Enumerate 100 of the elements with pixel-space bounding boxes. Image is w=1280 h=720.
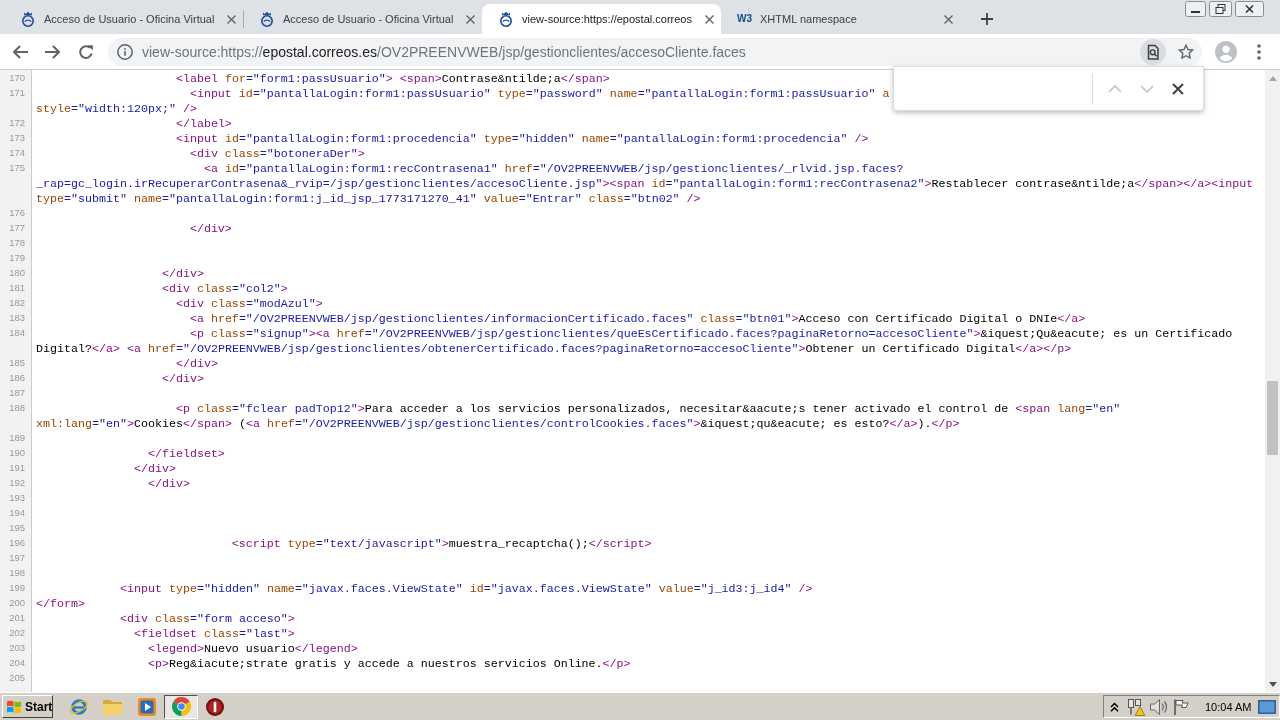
- folder-icon: [103, 698, 123, 715]
- line-number: 183: [9, 312, 25, 323]
- line-number: 188: [9, 402, 25, 413]
- code-line: <a href="/OV2PREENVWEB/jsp/gestionclientes/informacionCertificado.faces" class="btn01">Acceso con Certificado Digital o DNIe</a>: [189, 312, 1086, 326]
- line-number: 192: [9, 477, 25, 488]
- start-logo-icon: [6, 699, 22, 714]
- code-line: </label>: [175, 117, 232, 131]
- new-tab-icon[interactable]: [981, 13, 993, 25]
- close-icon[interactable]: [1235, 1, 1264, 17]
- line-number: 205: [9, 672, 25, 683]
- code-line: <p class="fclear padTop12">Para acceder a los servicios personalizados, necesitar&aacute;s tener activado el control de <span lang="en": [175, 402, 1121, 416]
- line-number: 198: [9, 567, 25, 578]
- minimize-icon[interactable]: [1185, 1, 1206, 17]
- back-icon[interactable]: [12, 44, 28, 59]
- code-line: _rap=gc_login.irRecuperarContrasena&_rvip=/jsp/gestionclientes/accesoCliente.jsp"><span id="pantallaLogin:form1:recContrasena2">Restablecer contrase&ntilde;a</span></a><input: [36, 177, 1254, 191]
- code-line: <p>Reg&iacute;strate gratis y accede a nuestros servicios Online.</p>: [147, 657, 631, 671]
- forward-icon[interactable]: [45, 44, 61, 59]
- line-number: 180: [9, 267, 25, 278]
- line-number: 171: [9, 87, 25, 98]
- code-line: <input id="pantallaLogin:form1:passUsuario" type="password" name="pantallaLogin:form1:passUsuario" a: [189, 87, 890, 101]
- line-number: 199: [9, 582, 25, 593]
- line-number: 189: [9, 432, 25, 443]
- line-number: 172: [9, 117, 25, 128]
- chevron-up-icon[interactable]: [1110, 701, 1119, 712]
- close-icon[interactable]: [466, 14, 475, 24]
- round-logo-icon: [171, 697, 191, 716]
- browser-icon: [69, 696, 89, 717]
- line-number: 176: [9, 207, 25, 218]
- taskbar-button[interactable]: [164, 694, 198, 719]
- line-number: 193: [9, 492, 25, 503]
- favicon-logo: W3: [737, 13, 752, 25]
- scrollbar-thumb[interactable]: [1267, 381, 1278, 455]
- line-number: 179: [9, 252, 25, 263]
- close-icon[interactable]: [1172, 82, 1184, 95]
- code-line: <label for="form1:passUsuario"> <span>Contrase&ntilde;a</span>: [175, 72, 610, 86]
- line-number: 185: [9, 357, 25, 368]
- line-number: 197: [9, 552, 25, 563]
- line-number: 173: [9, 132, 25, 143]
- line-number: 204: [9, 657, 25, 668]
- code-line: </div>: [189, 222, 232, 236]
- scrollbar[interactable]: [1265, 70, 1280, 692]
- browser-tab[interactable]: W3 XHTML namespace: [721, 4, 960, 34]
- browser-tab[interactable]: view-source:https://epostal.correos: [482, 4, 721, 34]
- address-bar[interactable]: view-source:https://epostal.correos.es/OV2PREENVWEB/jsp/gestionclientes/accesoCliente.faces: [108, 37, 1202, 66]
- menu-icon[interactable]: [1257, 43, 1261, 60]
- line-number: 187: [9, 387, 25, 398]
- line-number: 178: [9, 237, 25, 248]
- alert-icon: [206, 697, 224, 716]
- code-line: Digital?</a> <a href="/OV2PREENVWEB/jsp/gestionclientes/obtenerCertificado.faces?paginaRetorno=accesoCliente">Obtener un Certificado Digital</a></p>: [36, 342, 1072, 356]
- line-number: 174: [9, 147, 25, 158]
- reload-icon[interactable]: [78, 43, 94, 60]
- media-player-icon: [138, 697, 156, 716]
- line-number: 182: [9, 297, 25, 308]
- show-desktop-icon[interactable]: [1258, 699, 1277, 714]
- find-in-page-icon[interactable]: [1140, 38, 1166, 65]
- code-line: </div>: [133, 462, 176, 476]
- code-line: <div class="botoneraDer">: [189, 147, 365, 161]
- emblem-icon: [498, 11, 514, 27]
- line-number: 203: [9, 642, 25, 653]
- browser-tab[interactable]: Acceso de Usuario - Oficina Virtual: [4, 4, 243, 34]
- speaker-icon[interactable]: [1150, 698, 1168, 715]
- close-icon[interactable]: [227, 14, 236, 24]
- code-line: </div>: [161, 267, 204, 281]
- line-number: 170: [9, 72, 25, 83]
- code-line: <script type="text/javascript">muestra_recaptcha();</script>: [231, 537, 652, 551]
- code-line: type="submit" name="pantallaLogin:form1:j_id_jsp_1773171270_41" value="Entrar" class="btn02" />: [36, 192, 701, 206]
- line-number: 184: [9, 327, 25, 338]
- code-line: <fieldset class="last">: [133, 627, 295, 641]
- code-line: <input type="hidden" name="javax.faces.ViewState" id="javax.faces.ViewState" value="j_id3:j_id4" />: [119, 582, 813, 596]
- code-line: </div>: [161, 372, 204, 386]
- network-warning-icon[interactable]: [1127, 697, 1145, 716]
- start-button[interactable]: Start: [2, 695, 53, 718]
- code-line: </fieldset>: [147, 447, 225, 461]
- code-line: <div class="form acceso">: [119, 612, 295, 626]
- line-number: 175: [9, 162, 25, 173]
- close-icon[interactable]: [705, 14, 714, 24]
- code-line: <div class="modAzul">: [175, 297, 323, 311]
- clock: 10:04 AM: [1205, 700, 1252, 713]
- line-number: 201: [9, 612, 25, 623]
- code-line: </form>: [36, 597, 85, 611]
- scroll-down-icon[interactable]: [1268, 682, 1277, 687]
- line-number: 190: [9, 447, 25, 458]
- code-line: <p class="signup"><a href="/OV2PREENVWEB/jsp/gestionclientes/queEsCertificado.faces?paginaRetorno=accesoCliente">&iquest;Qu&eacute; es un Certificado: [189, 327, 1233, 341]
- code-line: <a id="pantallaLogin:form1:recContrasena1" href="/OV2PREENVWEB/jsp/gestionclientes/_rlvid.jsp.faces?: [203, 162, 904, 176]
- code-line: xml:lang="en">Cookies</span> (<a href="/OV2PREENVWEB/jsp/gestionclientes/controlCookies.faces">&iquest;qu&eacute; es esto?</a>).</p>: [36, 417, 960, 431]
- star-icon[interactable]: [1178, 43, 1194, 60]
- close-icon[interactable]: [944, 14, 953, 24]
- line-number: 177: [9, 222, 25, 233]
- line-number: 186: [9, 372, 25, 383]
- code-line: <div class="col2">: [161, 282, 288, 296]
- flag-icon[interactable]: [1173, 698, 1189, 715]
- url-text: view-source:https://epostal.correos.es/OV2PREENVWEB/jsp/gestionclientes/accesoCliente.faces: [142, 43, 747, 60]
- code-line: <legend>Nuevo usuario</legend>: [147, 642, 358, 656]
- line-number: 194: [9, 507, 25, 518]
- line-number: 181: [9, 282, 25, 293]
- line-number: 200: [9, 597, 25, 608]
- code-line: <input id="pantallaLogin:form1:procedencia" type="hidden" name="pantallaLogin:form1:procedencia" />: [175, 132, 869, 146]
- line-number: 195: [9, 522, 25, 533]
- info-icon[interactable]: [117, 43, 133, 60]
- restore-icon[interactable]: [1209, 1, 1232, 17]
